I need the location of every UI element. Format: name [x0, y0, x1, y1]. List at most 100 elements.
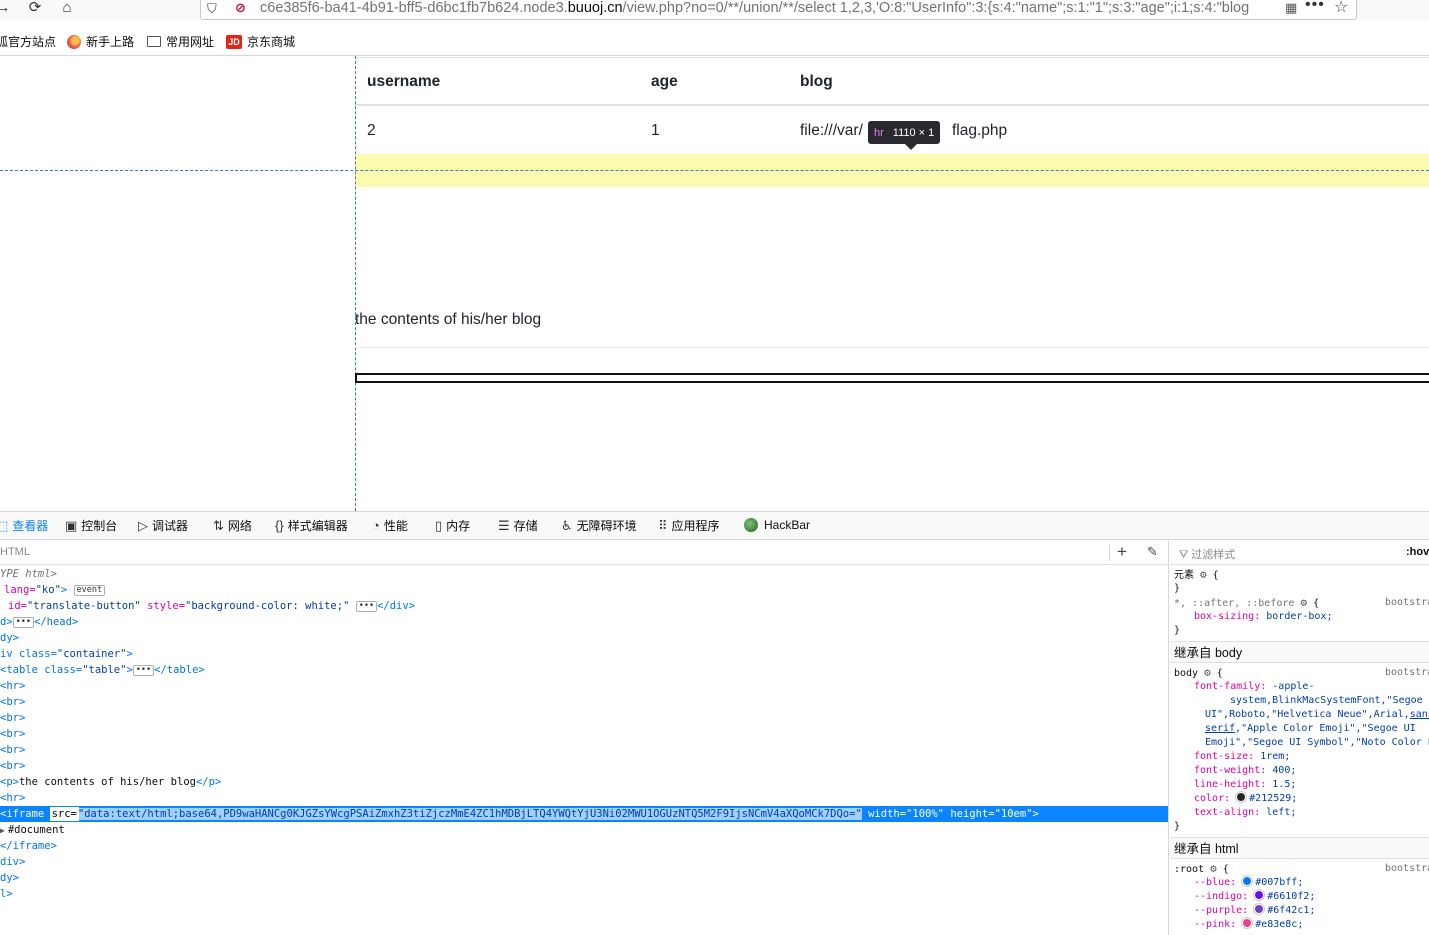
color-declaration[interactable]: color: #212529; [1170, 792, 1429, 806]
rules-list: 元素 ⚙ { } *, ::after, ::before ⚙ {bootstr… [1170, 568, 1429, 932]
doctype-line[interactable]: YPE html> [0, 566, 1168, 582]
expand-triangle-icon[interactable]: ▶ [0, 823, 5, 839]
tab-accessibility[interactable]: ♿ 无障碍环境 [561, 512, 637, 540]
infobar-size: 1110 × 1 [892, 126, 935, 139]
body-rule-header: body ⚙ {bootstra [1170, 666, 1429, 680]
blue-variable-declaration[interactable]: --blue: #007bff; [1170, 876, 1429, 890]
font-family-value-line: system,BlinkMacSystemFont,"Segoe [1230, 695, 1423, 706]
inherited-html-header: 继承自 html [1170, 837, 1429, 859]
tab-memory[interactable]: ▯ 内存 [435, 512, 470, 540]
tab-style-editor[interactable]: {} 样式编辑器 [275, 512, 348, 540]
navigation-toolbar: → ⟳ ⌂ ⛉ ⊘ c6e385f6-ba41-4b91-bff5-d6bc1f… [0, 0, 1429, 20]
container-div-line[interactable]: iv class="container"> [0, 646, 1168, 662]
home-icon[interactable]: ⌂ [56, 0, 78, 18]
pink-variable-declaration[interactable]: --pink: #e83e8c; [1170, 918, 1429, 932]
bookmark-common-sites[interactable]: 常用网址 [147, 33, 214, 50]
gear-icon[interactable]: ⚙ [1210, 862, 1217, 875]
color-swatch[interactable] [1236, 792, 1247, 802]
rules-toolbar: ⛛ 过滤样式 :hov [1170, 541, 1429, 565]
insecure-lock-icon[interactable]: ⊘ [235, 0, 246, 16]
qr-code-icon[interactable]: ▦ [1285, 0, 1297, 16]
bookmark-star-icon[interactable]: ☆ [1334, 0, 1348, 17]
jd-logo-icon: JD [226, 34, 242, 49]
iframe-line-selected[interactable]: <iframe src="data:text/html;base64,PD9wa… [0, 806, 1168, 822]
tab-performance[interactable]: ◔ 性能 [372, 512, 408, 540]
tab-storage[interactable]: ☰ 存储 [498, 512, 538, 540]
collapsed-badge[interactable]: ••• [12, 617, 35, 628]
more-actions-icon[interactable]: ••• [1305, 0, 1325, 14]
html-close-line[interactable]: l> [0, 886, 1168, 902]
gear-icon[interactable]: ⚙ [1200, 568, 1207, 581]
tab-inspector[interactable]: ⬚ 查看器 [0, 512, 48, 540]
hover-state-toggle[interactable]: :hov [1406, 546, 1429, 558]
indigo-variable-declaration[interactable]: --indigo: #6610f2; [1170, 890, 1429, 904]
gear-icon[interactable]: ⚙ [1204, 666, 1211, 679]
purple-variable-declaration[interactable]: --purple: #6f42c1; [1170, 904, 1429, 918]
table-top-border [355, 57, 1429, 58]
font-weight-declaration[interactable]: font-weight: 400; [1170, 764, 1429, 778]
column-header-username: username [367, 73, 441, 90]
infobar-tag: hr [874, 126, 884, 139]
color-swatch[interactable] [1254, 904, 1265, 914]
inherited-body-header: 继承自 body [1170, 641, 1429, 663]
translate-div-line[interactable]: id="translate-button" style="background-… [0, 598, 1168, 614]
shield-icon[interactable]: ⛉ [207, 1, 217, 17]
br-line[interactable]: <br> [0, 742, 1168, 758]
forward-arrow-icon[interactable]: → [0, 0, 14, 18]
text-align-declaration[interactable]: text-align: left; [1170, 806, 1429, 820]
accessibility-icon: ♿ [561, 518, 573, 533]
color-swatch[interactable] [1254, 890, 1265, 900]
color-swatch[interactable] [1242, 918, 1253, 928]
rule-close: } [1174, 821, 1181, 832]
paragraph-line[interactable]: <p>the contents of his/her blog</p> [0, 774, 1168, 790]
column-header-blog: blog [800, 73, 833, 90]
document-node-line[interactable]: ▶ #document [0, 822, 1168, 838]
tab-application[interactable]: ⠿ 应用程序 [658, 512, 720, 540]
html-open-line[interactable]: lang="ko"> event [0, 582, 1168, 598]
font-size-declaration[interactable]: font-size: 1rem; [1170, 750, 1429, 764]
collapsed-badge[interactable]: ••• [355, 601, 378, 612]
font-family-declaration[interactable]: font-family: -apple- [1170, 680, 1429, 694]
div-close-line[interactable]: div> [0, 854, 1168, 870]
br-line[interactable]: <br> [0, 726, 1168, 742]
url-text[interactable]: c6e385f6-ba41-4b91-bff5-d6bc1fb7b624.nod… [260, 0, 1275, 16]
tab-console[interactable]: ▣ 控制台 [65, 512, 117, 540]
bookmark-official-site[interactable]: 狐官方站点 [0, 33, 56, 50]
rule-source-link[interactable]: bootstra [1385, 666, 1429, 680]
event-badge[interactable]: event [73, 585, 106, 596]
console-icon: ▣ [65, 518, 78, 533]
collapsed-badge[interactable]: ••• [132, 665, 155, 676]
br-line[interactable]: <br> [0, 758, 1168, 774]
address-bar[interactable]: ⛉ ⊘ c6e385f6-ba41-4b91-bff5-d6bc1fb7b624… [200, 0, 1357, 20]
br-line[interactable]: <br> [0, 710, 1168, 726]
reload-icon[interactable]: ⟳ [24, 0, 46, 18]
filter-styles-input[interactable]: ⛛ 过滤样式 [1179, 546, 1235, 562]
bookmarks-toolbar: 狐官方站点 新手上路 常用网址 JD 京东商城 [0, 29, 1429, 54]
eyedropper-icon[interactable]: ✎ [1147, 544, 1158, 560]
tab-hackbar[interactable]: HackBar [744, 512, 810, 540]
markup-search-input[interactable]: HTML [0, 546, 30, 558]
table-line[interactable]: <table class="table"> ••• </table> [0, 662, 1168, 678]
blog-iframe[interactable] [355, 373, 1429, 383]
gear-icon[interactable]: ⚙ [1300, 596, 1307, 609]
performance-icon: ◔ [372, 518, 380, 533]
bookmark-jd-mall[interactable]: JD 京东商城 [226, 33, 295, 50]
hr-line[interactable]: <hr> [0, 678, 1168, 694]
line-height-declaration[interactable]: line-height: 1.5; [1170, 778, 1429, 792]
add-node-icon[interactable]: + [1117, 542, 1127, 562]
markup-tree: YPE html> lang="ko"> event id="translate… [0, 565, 1168, 902]
iframe-close-line[interactable]: </iframe> [0, 838, 1168, 854]
highlighter-guide-horizontal [0, 170, 1429, 171]
bookmark-getting-started[interactable]: 新手上路 [67, 33, 134, 50]
tab-debugger[interactable]: ▷ 调试器 [138, 512, 188, 540]
rule-source-link[interactable]: bootstra [1385, 862, 1429, 876]
tab-network[interactable]: ⇅ 网络 [213, 512, 252, 540]
body-close-line[interactable]: dy> [0, 870, 1168, 886]
head-line[interactable]: d> ••• </head> [0, 614, 1168, 630]
box-sizing-declaration[interactable]: box-sizing: border-box; [1170, 610, 1429, 624]
body-open-line[interactable]: dy> [0, 630, 1168, 646]
hr-line[interactable]: <hr> [0, 790, 1168, 806]
br-line[interactable]: <br> [0, 694, 1168, 710]
rule-source-link[interactable]: bootstra [1385, 596, 1429, 610]
color-swatch[interactable] [1242, 876, 1253, 886]
